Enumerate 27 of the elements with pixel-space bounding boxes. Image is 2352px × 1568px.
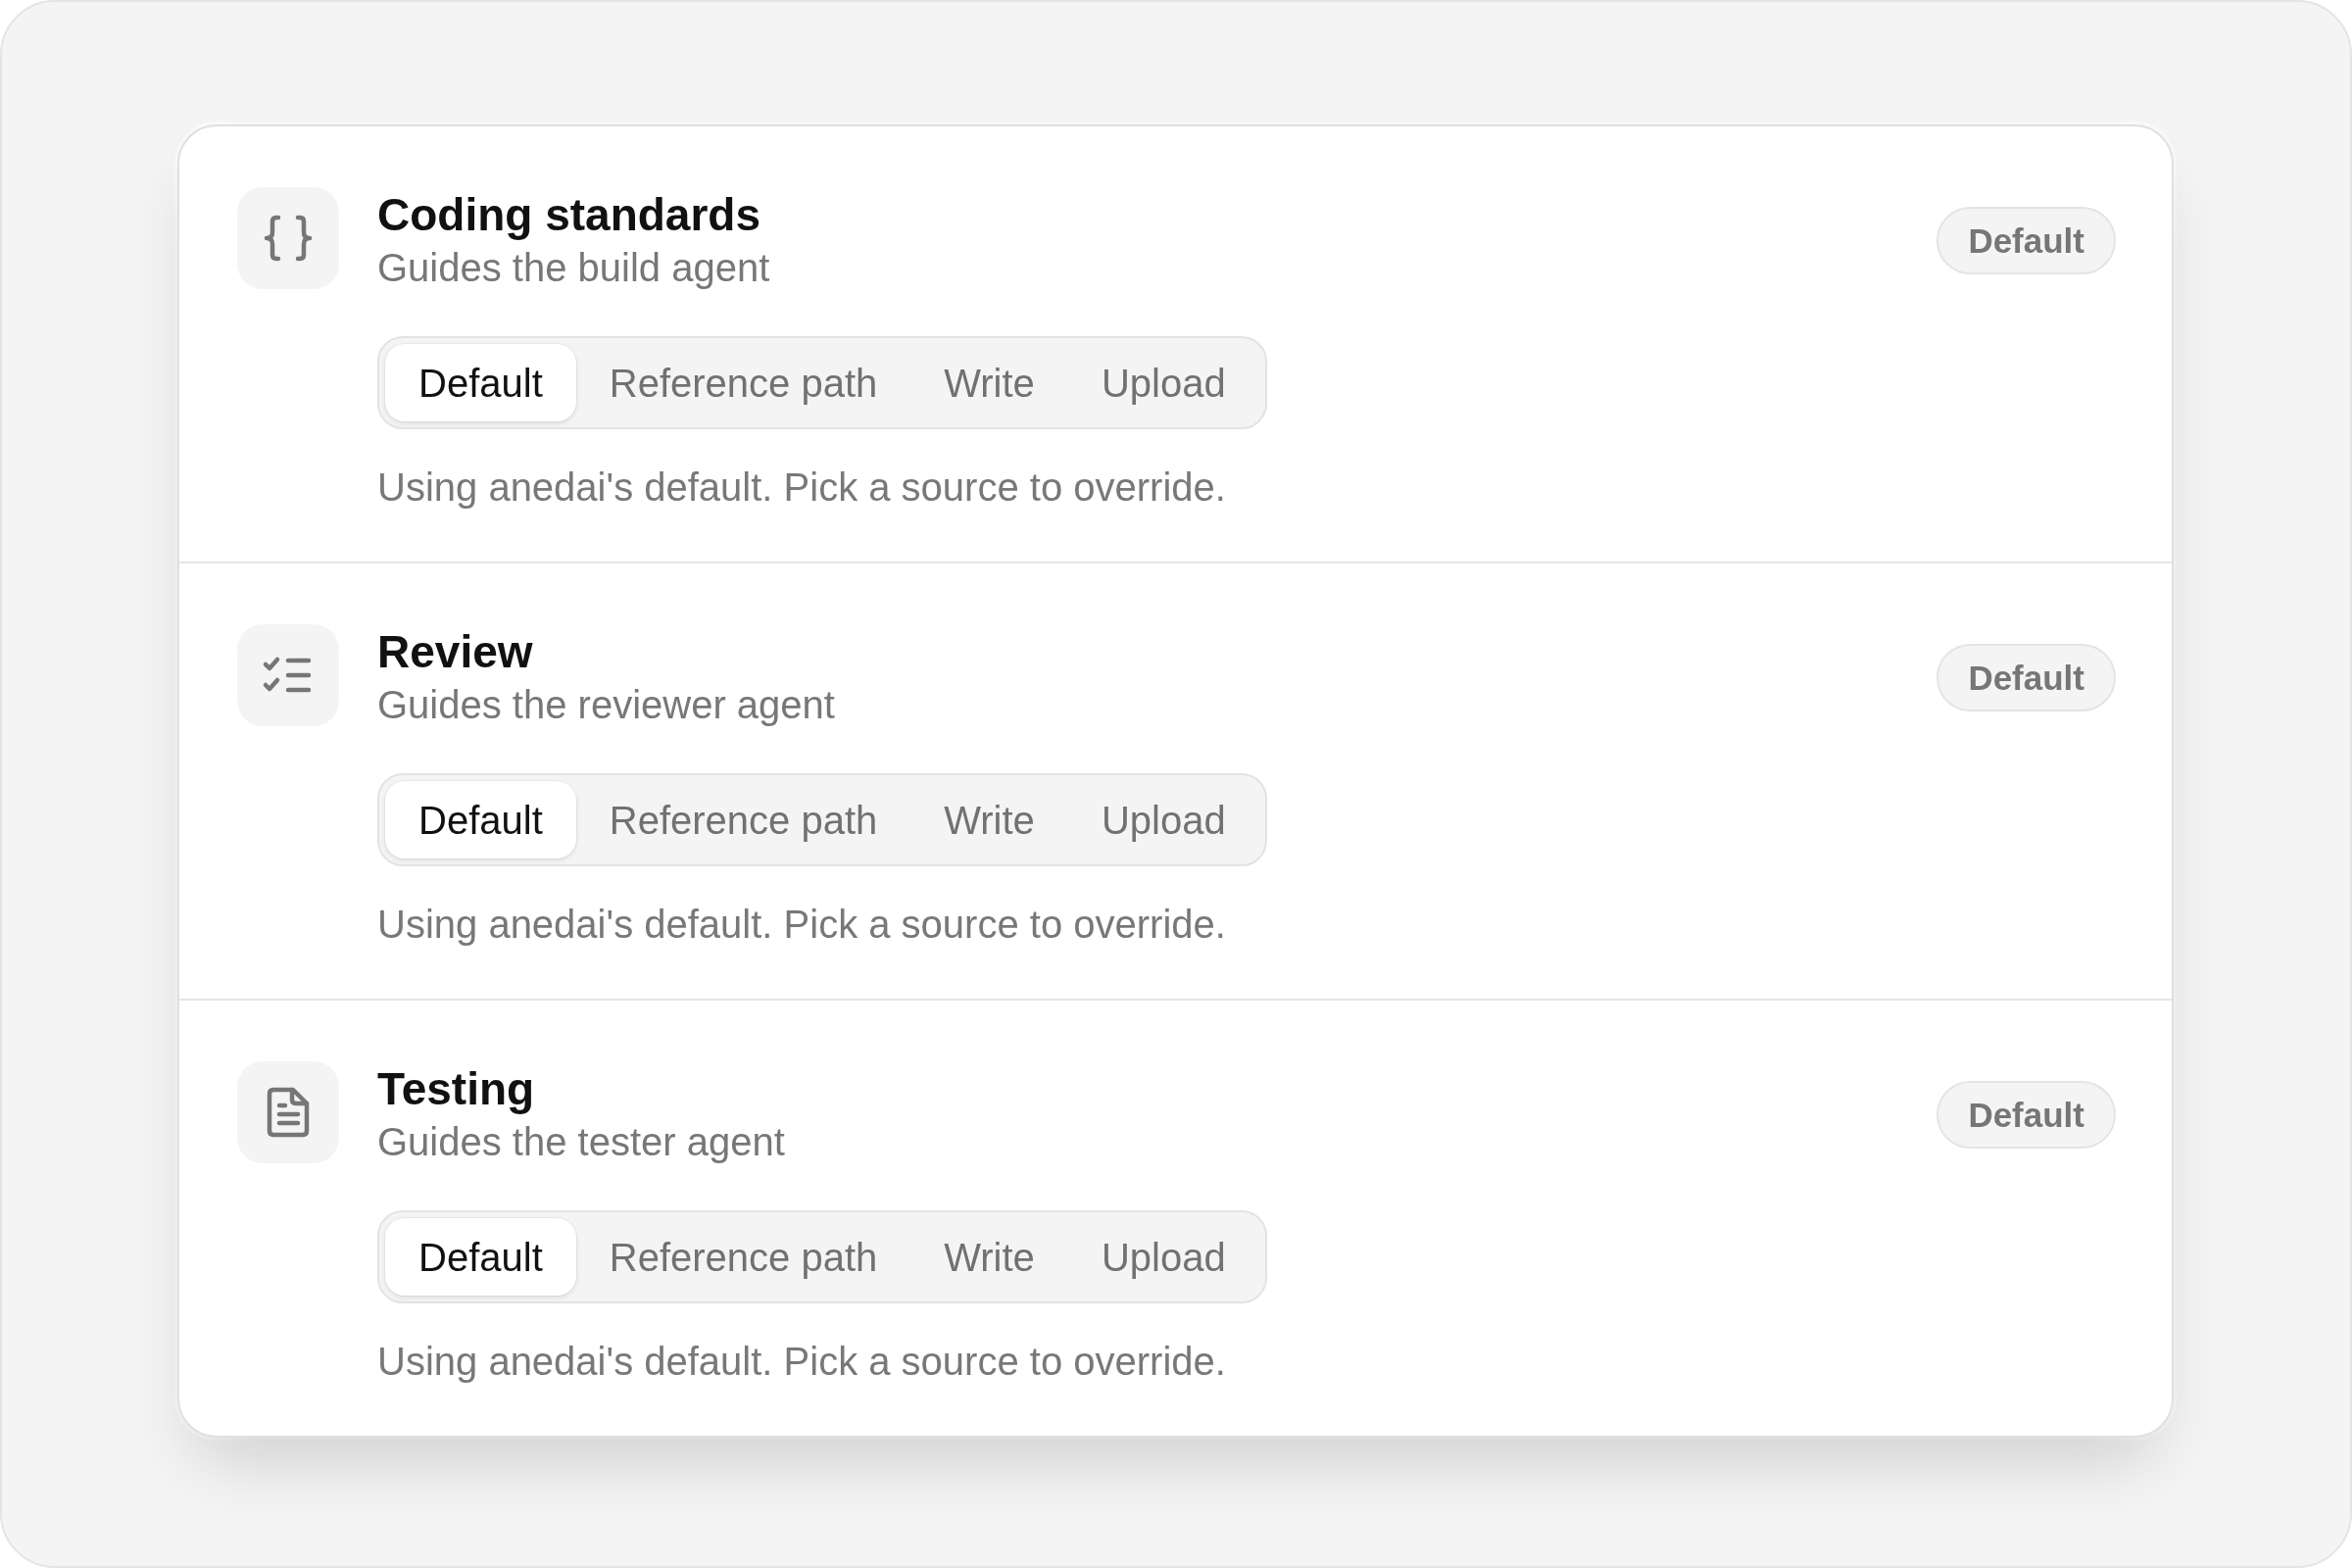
section-subtitle: Guides the build agent (377, 245, 770, 291)
checklist-icon (237, 624, 339, 726)
hint-text: Using anedai's default. Pick a source to override. (377, 465, 1226, 511)
source-tab[interactable]: Reference path (575, 781, 911, 858)
source-tab[interactable]: Default (385, 344, 576, 421)
section-title: Review (377, 625, 534, 679)
source-tab[interactable]: Default (385, 781, 576, 858)
section-title: Testing (377, 1062, 536, 1116)
source-tab[interactable]: Reference path (575, 1218, 911, 1296)
hint-text: Using anedai's default. Pick a source to override. (377, 1339, 1226, 1385)
status-badge: Default (1936, 206, 2116, 274)
source-tab[interactable]: Write (910, 781, 1068, 858)
section-subtitle: Guides the tester agent (377, 1119, 785, 1165)
source-tab[interactable]: Write (910, 1218, 1068, 1296)
source-tab[interactable]: Upload (1067, 344, 1259, 421)
section-title: Coding standards (377, 188, 762, 242)
source-tab[interactable]: Default (385, 1218, 576, 1296)
source-tab[interactable]: Reference path (575, 344, 911, 421)
source-tab[interactable]: Upload (1067, 1218, 1259, 1296)
status-badge: Default (1936, 643, 2116, 711)
section-subtitle: Guides the reviewer agent (377, 682, 835, 728)
braces-icon (237, 187, 339, 289)
document-icon (237, 1061, 339, 1163)
source-tab[interactable]: Write (910, 344, 1068, 421)
hint-text: Using anedai's default. Pick a source to override. (377, 902, 1226, 948)
status-badge: Default (1936, 1080, 2116, 1149)
source-tab[interactable]: Upload (1067, 781, 1259, 858)
